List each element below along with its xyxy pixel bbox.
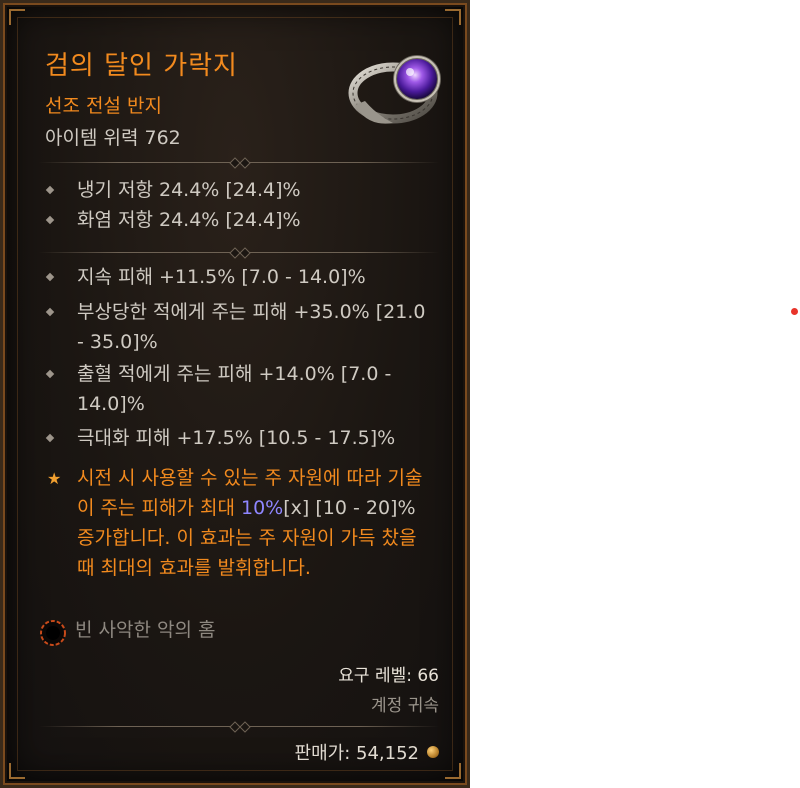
affix: 지속 피해 +11.5% [7.0 - 14.0]% <box>45 262 437 292</box>
frame-corner <box>445 763 461 779</box>
affix: 극대화 피해 +17.5% [10.5 - 17.5]% <box>45 423 437 453</box>
item-power: 아이템 위력 762 <box>45 127 181 149</box>
section-divider <box>39 247 439 259</box>
legendary-text-end: 증가합니다. 이 효과는 주 자원이 가득 찼을 때 최대의 효과를 발휘합니다… <box>77 527 417 579</box>
affix: 출혈 적에게 주는 피해 +14.0% [7.0 - 14.0]% <box>45 359 437 419</box>
sell-price-label: 판매가: 54,152 <box>294 743 419 764</box>
frame-corner <box>9 9 25 25</box>
sell-price: 판매가: 54,152 <box>295 739 439 765</box>
legendary-multiplier: [x] <box>283 497 310 519</box>
gold-coin-icon <box>427 746 439 758</box>
star-icon: ★ <box>47 469 62 488</box>
item-type: 선조 전설 반지 <box>45 95 162 117</box>
cursor-marker <box>791 308 798 315</box>
section-divider <box>39 157 439 169</box>
affix: 부상당한 적에게 주는 피해 +35.0% [21.0 - 35.0]% <box>45 297 437 357</box>
malignant-socket-icon <box>40 620 66 646</box>
legendary-value: 10% <box>241 497 284 519</box>
item-tooltip: 검의 달인 가락지 선조 전설 반지 아이템 위력 762 냉기 저항 24.4… <box>0 0 470 788</box>
account-bound: 계정 귀속 <box>371 696 439 716</box>
section-divider <box>39 721 439 733</box>
socket-label: 빈 사악한 악의 홈 <box>75 619 216 641</box>
frame-corner <box>9 763 25 779</box>
frame-corner <box>445 9 461 25</box>
legendary-aspect: ★ 시전 시 사용할 수 있는 주 자원에 따라 기술이 주는 피해가 최대 1… <box>47 463 437 583</box>
item-name: 검의 달인 가락지 <box>45 51 238 81</box>
legendary-range: [10 - 20]% <box>315 497 416 519</box>
implicit-affix: 냉기 저항 24.4% [24.4]% <box>45 175 437 205</box>
level-requirement: 요구 레벨: 66 <box>338 666 439 686</box>
implicit-affix: 화염 저항 24.4% [24.4]% <box>45 205 437 235</box>
ring-icon <box>348 55 441 124</box>
